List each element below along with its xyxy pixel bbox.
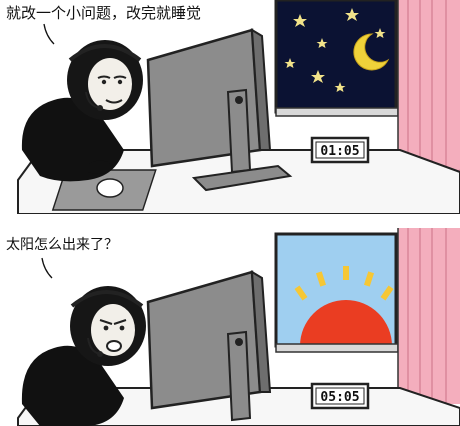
- panel-2-caption: 太阳怎么出来了？: [6, 237, 118, 253]
- comic-panel-2: 05:05 太阳怎么出来了？: [0, 228, 460, 426]
- panel-1-scene: 01:05: [17, 0, 460, 214]
- sunrise-window: [274, 232, 399, 353]
- pink-curtain: [397, 0, 460, 174]
- panel-1-caption: 就改一个小问题，改完就睡觉: [6, 4, 202, 22]
- digital-clock: 01:05: [310, 136, 370, 164]
- pink-curtain: [397, 228, 460, 406]
- clock-time-2: 05:05: [320, 390, 359, 405]
- panel-divider: [0, 214, 460, 228]
- computer-mouse: [96, 178, 124, 198]
- comic-panel-1: 01:05 就改一个小问题，改完就睡觉: [0, 0, 460, 214]
- panel-2-scene: 05:05: [17, 228, 460, 426]
- clock-time-1: 01:05: [320, 144, 359, 159]
- digital-clock: 05:05: [310, 382, 370, 410]
- night-window: [274, 0, 399, 117]
